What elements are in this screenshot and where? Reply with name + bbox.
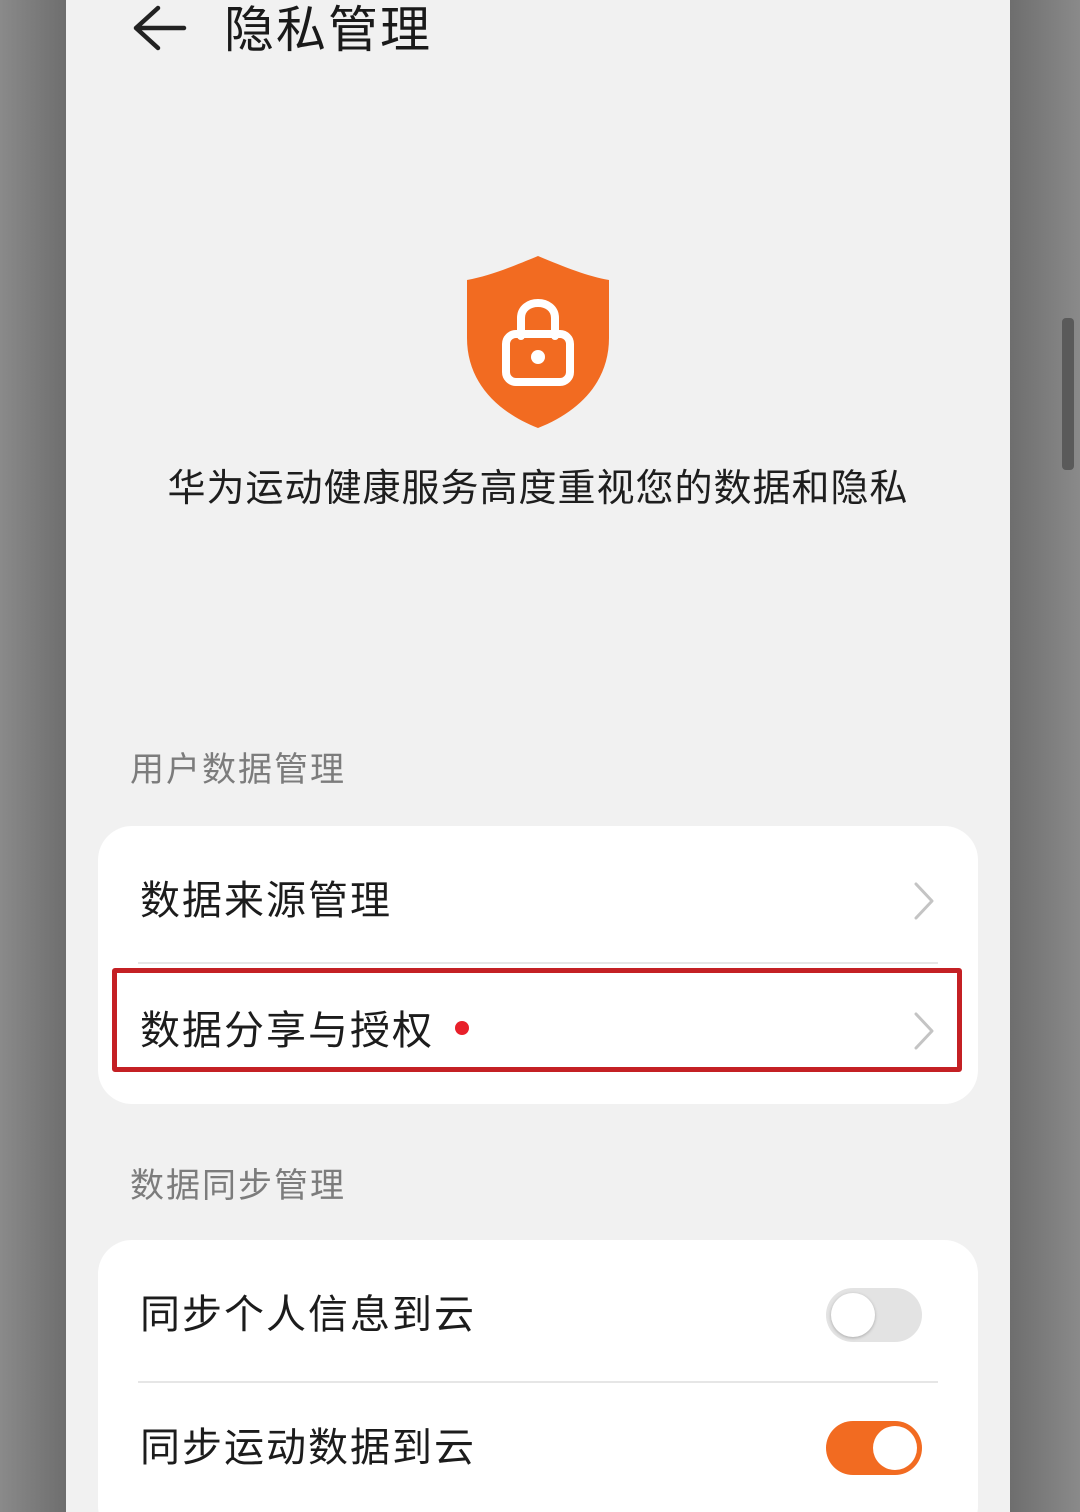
sync-sport-data-label: 同步运动数据到云 (140, 1425, 476, 1471)
section-title-data-sync: 数据同步管理 (130, 1166, 346, 1206)
section-title-user-data: 用户数据管理 (130, 750, 346, 790)
phone-screen: 隐私管理 华为运动健康服务高度重视您的数据和隐私 用户数据管理 数据来源管理 数… (66, 0, 1010, 1512)
sync-personal-info-item: 同步个人信息到云 (98, 1250, 978, 1380)
background-right (1010, 0, 1080, 1512)
chevron-right-icon (914, 882, 934, 920)
sync-sport-data-toggle[interactable] (826, 1421, 922, 1475)
sync-personal-info-label: 同步个人信息到云 (140, 1292, 476, 1338)
shield-lock-icon (465, 254, 611, 430)
back-arrow-icon[interactable] (130, 2, 190, 54)
toggle-knob (873, 1426, 917, 1470)
toggle-knob (831, 1293, 875, 1337)
data-source-management-label: 数据来源管理 (140, 878, 392, 924)
privacy-statement: 华为运动健康服务高度重视您的数据和隐私 (167, 466, 909, 510)
data-source-management-item[interactable]: 数据来源管理 (98, 836, 978, 966)
sync-sport-data-item: 同步运动数据到云 (98, 1383, 978, 1512)
scroll-indicator (1062, 318, 1074, 470)
divider (138, 962, 938, 964)
data-sync-card: 同步个人信息到云 同步运动数据到云 (98, 1240, 978, 1512)
user-data-card: 数据来源管理 数据分享与授权 (98, 826, 978, 1104)
background-left (0, 0, 66, 1512)
page-title: 隐私管理 (224, 1, 432, 59)
highlight-box (112, 968, 962, 1072)
sync-personal-info-toggle[interactable] (826, 1288, 922, 1342)
